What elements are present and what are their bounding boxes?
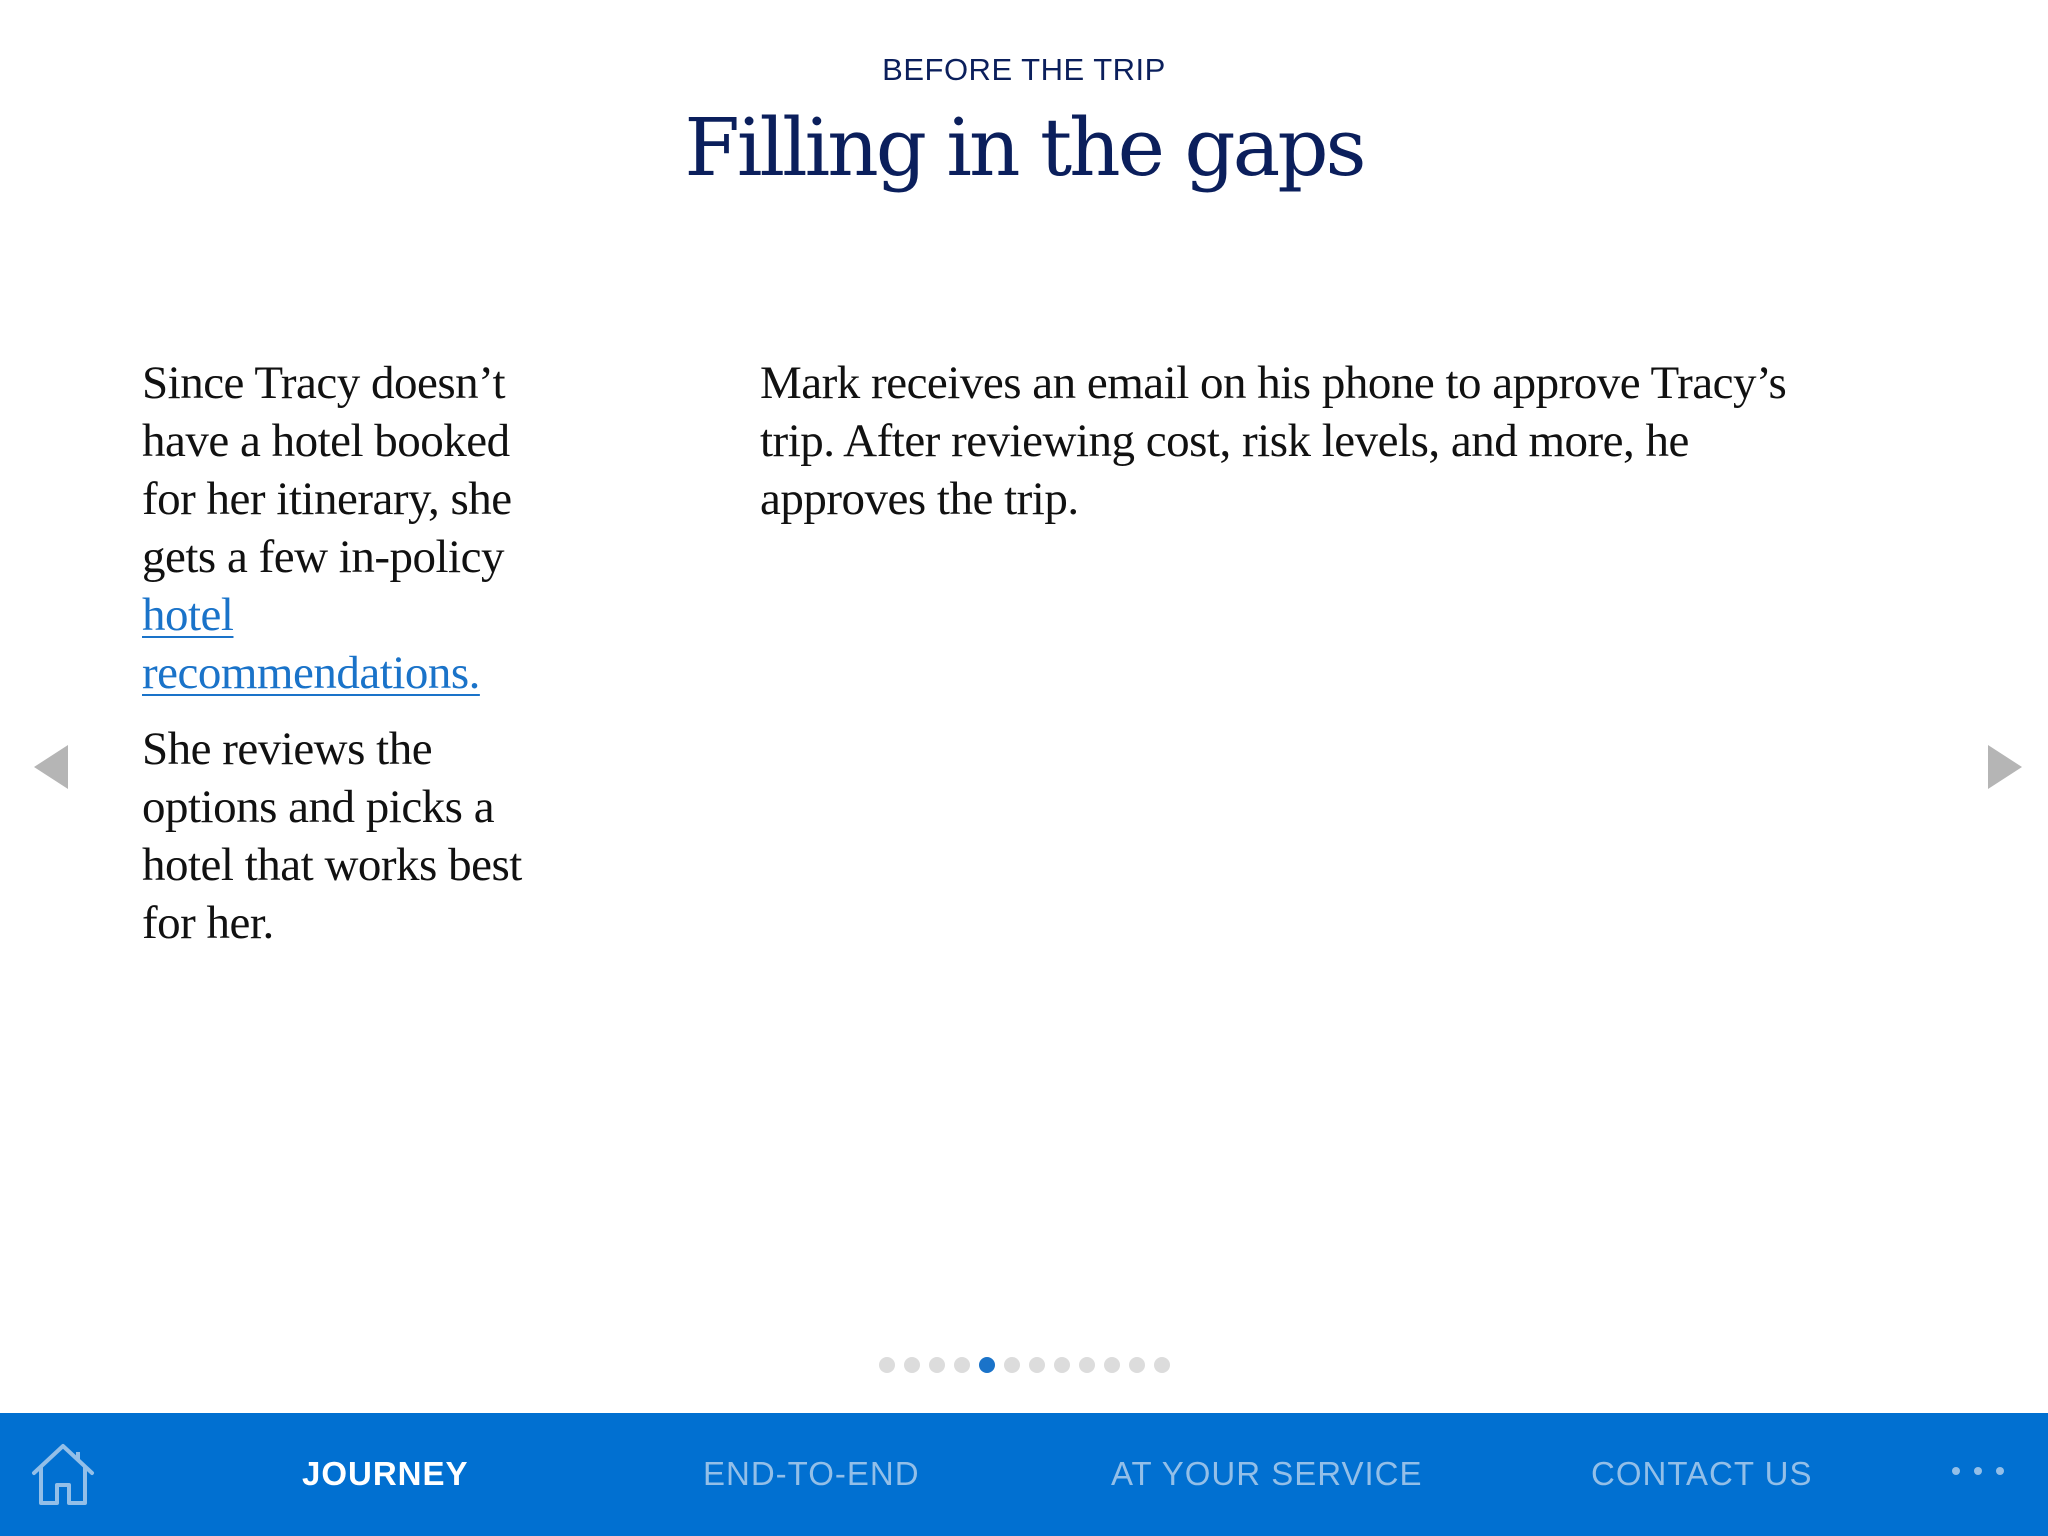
more-dot	[1974, 1467, 1982, 1475]
more-dot	[1952, 1467, 1960, 1475]
pagination-dot[interactable]	[903, 1357, 920, 1373]
nav-item-journey[interactable]: JOURNEY	[302, 1455, 469, 1493]
more-dot	[1996, 1467, 2004, 1475]
nav-item-end-to-end[interactable]: END-TO-END	[703, 1455, 920, 1493]
pagination-dot[interactable]	[1078, 1357, 1095, 1373]
home-icon[interactable]	[26, 1437, 100, 1511]
pagination-dot[interactable]	[1103, 1357, 1120, 1373]
left-column: Since Tracy doesn’t have a hotel booked …	[142, 354, 572, 970]
more-dots-icon[interactable]	[1952, 1467, 2004, 1475]
pagination-dot[interactable]	[1053, 1357, 1070, 1373]
bottom-navbar: JOURNEY END-TO-END AT YOUR SERVICE CONTA…	[0, 1413, 2048, 1536]
page: BEFORE THE TRIP Filling in the gaps Sinc…	[0, 0, 2048, 1536]
page-title: Filling in the gaps	[684, 101, 1366, 194]
left-paragraph-2: She reviews the options and picks a hote…	[142, 723, 522, 949]
right-column: Mark receives an email on his phone to a…	[760, 354, 1860, 528]
right-paragraph: Mark receives an email on his phone to a…	[760, 357, 1787, 525]
pagination-dot[interactable]	[1028, 1357, 1045, 1373]
pagination-dots	[0, 1357, 2048, 1373]
pagination-dot[interactable]	[928, 1357, 945, 1373]
left-paragraph-1-text: Since Tracy doesn’t have a hotel booked …	[142, 357, 512, 583]
pagination-dot[interactable]	[1128, 1357, 1145, 1373]
nav-item-at-your-service[interactable]: AT YOUR SERVICE	[1111, 1455, 1422, 1493]
pagination-dot[interactable]	[1153, 1357, 1170, 1373]
previous-slide-arrow-icon[interactable]	[34, 745, 68, 789]
pagination-dot[interactable]	[878, 1357, 895, 1373]
hotel-recommendations-link[interactable]: hotel recommendations.	[142, 589, 480, 699]
pagination-dot-active[interactable]	[978, 1357, 995, 1373]
nav-item-contact-us[interactable]: CONTACT US	[1591, 1455, 1812, 1493]
section-eyebrow: BEFORE THE TRIP	[882, 52, 1166, 87]
pagination-dot[interactable]	[1003, 1357, 1020, 1373]
pagination-dot[interactable]	[953, 1357, 970, 1373]
next-slide-arrow-icon[interactable]	[1988, 745, 2022, 789]
left-paragraph-1: Since Tracy doesn’t have a hotel booked …	[142, 354, 572, 702]
